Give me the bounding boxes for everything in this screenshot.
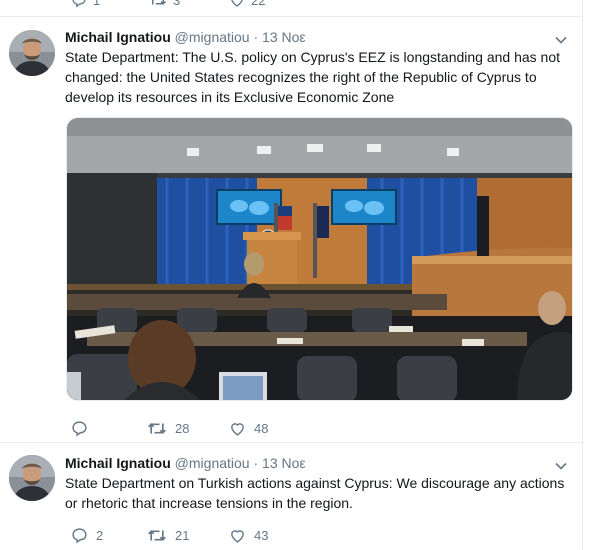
retweet-count: 21 [175, 527, 190, 543]
separator-dot: · [253, 455, 259, 471]
reply-action[interactable] [71, 418, 96, 438]
separator-dot: · [253, 29, 259, 45]
avatar[interactable] [9, 455, 55, 501]
reply-icon [72, 420, 87, 437]
retweet-icon [148, 422, 166, 434]
avatar[interactable] [9, 30, 55, 76]
reply-icon [72, 0, 86, 8]
tweet-header: Michail Ignatiou @mignatiou · 13 Νοε [65, 27, 306, 47]
reply-action[interactable]: 2 [71, 525, 103, 545]
author-name[interactable]: Michail Ignatiou [65, 29, 171, 45]
like-action[interactable]: 43 [229, 525, 268, 545]
like-count: 43 [254, 527, 269, 543]
author-handle[interactable]: @mignatiou [175, 455, 250, 471]
caret-down-icon[interactable] [554, 459, 568, 473]
author-name[interactable]: Michail Ignatiou [65, 455, 171, 471]
tweet-text: State Department: The U.S. policy on Cyp… [65, 49, 561, 105]
retweet-icon [148, 529, 166, 541]
tweet-text: State Department on Turkish actions agai… [65, 475, 565, 511]
tweet-header: Michail Ignatiou @mignatiou · 13 Νοε [65, 453, 306, 473]
timestamp[interactable]: 13 Νοε [262, 455, 306, 471]
caret-down-icon[interactable] [554, 33, 568, 47]
like-count: 22 [251, 0, 266, 8]
retweet-action[interactable]: 28 [147, 418, 189, 438]
retweet-icon [152, 0, 167, 5]
reply-count: 2 [96, 527, 104, 543]
reply-count: 1 [93, 0, 101, 8]
like-icon [231, 422, 244, 436]
tweet-1[interactable]: Michail Ignatiou @mignatiou · 13 Νοε Sta… [0, 17, 582, 442]
retweet-count: 3 [173, 0, 181, 8]
retweet-action[interactable]: 3 [149, 0, 180, 8]
like-action[interactable]: 22 [229, 0, 265, 8]
author-handle[interactable]: @mignatiou [175, 29, 250, 45]
tweet-2[interactable]: Michail Ignatiou @mignatiou · 13 Νοε Sta… [0, 443, 582, 550]
like-icon [231, 0, 243, 7]
retweet-count: 28 [175, 420, 190, 436]
like-action[interactable]: 48 [229, 418, 268, 438]
timeline-edge [582, 0, 583, 550]
reply-action[interactable]: 1 [71, 0, 100, 8]
like-count: 48 [254, 420, 269, 436]
retweet-action[interactable]: 21 [147, 525, 189, 545]
like-icon [231, 529, 244, 543]
reply-icon [72, 527, 87, 544]
tweet-photo[interactable] [66, 117, 573, 401]
timestamp[interactable]: 13 Νοε [262, 29, 306, 45]
